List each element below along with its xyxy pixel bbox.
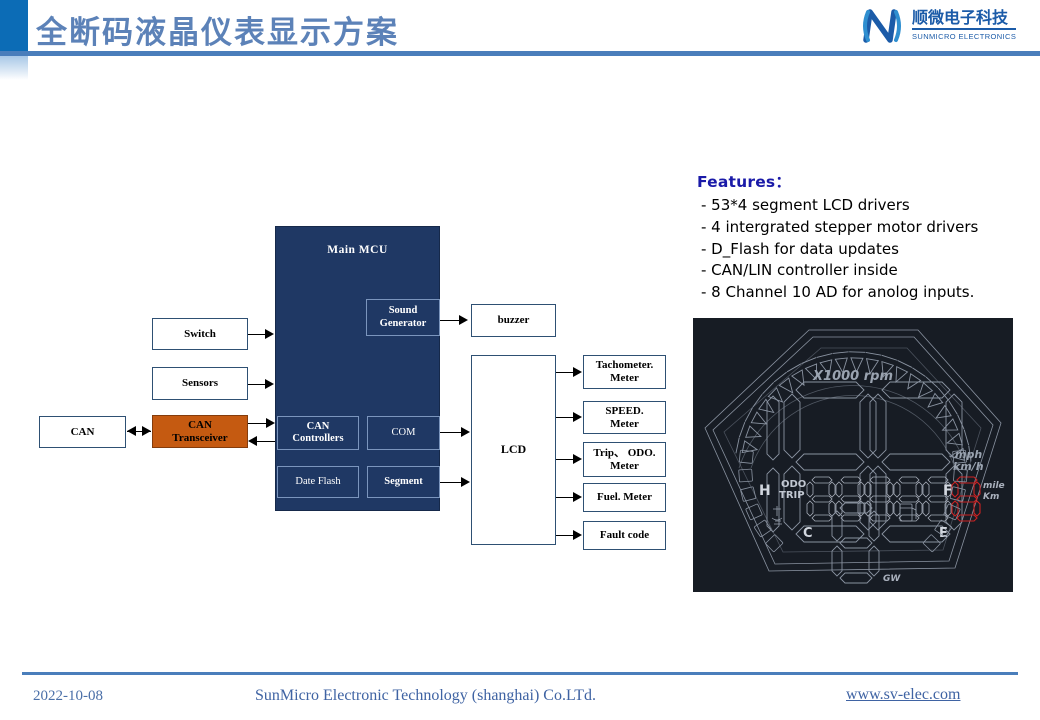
lcd-kmh-label: km/h — [953, 460, 984, 473]
segment-label: Segment — [384, 475, 423, 487]
arrowhead-speed — [573, 412, 582, 422]
sensors-label: Sensors — [181, 377, 219, 390]
connector-sensors-to-mcu — [248, 384, 266, 385]
lcd-temp-cold-label: C — [803, 526, 813, 541]
fault-code-label: Fault code — [599, 529, 650, 542]
arrowhead-can-right — [142, 426, 151, 436]
mcu-block-can-controllers: CAN Controllers — [277, 416, 359, 450]
block-diagram: Main MCU Sound Generator CAN Controllers… — [0, 0, 690, 660]
tachometer-line1: Tachometer. — [595, 359, 654, 372]
input-box-switch: Switch — [152, 318, 248, 350]
logo-english-name: SUNMICRO ELECTRONICS — [912, 31, 1017, 41]
feature-item-2: - 4 intergrated stepper motor drivers — [701, 217, 979, 236]
input-box-can-transceiver: CAN Transceiver — [152, 415, 248, 448]
mcu-block-com: COM — [367, 416, 440, 450]
output-box-lcd: LCD — [471, 355, 556, 545]
meter-box-trip-odo: Trip、 ODO. Meter — [583, 442, 666, 477]
arrowhead-buzzer — [459, 315, 468, 325]
connector-segment-to-lcd — [440, 482, 462, 483]
connector-sound-to-buzzer — [440, 320, 460, 321]
sound-generator-line1: Sound — [388, 305, 418, 317]
arrowhead-com-lcd — [461, 427, 470, 437]
can-label: CAN — [70, 425, 95, 438]
footer-website-link[interactable]: www.sv-elec.com — [846, 686, 960, 704]
arrowhead-sensors — [265, 379, 274, 389]
trip-odo-line2: Meter — [610, 459, 639, 472]
footer-company-name: SunMicro Electronic Technology (shanghai… — [255, 687, 597, 704]
company-logo: 顺微电子科技 SUNMICRO ELECTRONICS — [860, 3, 1032, 48]
features-panel: Features： - 53*4 segment LCD drivers - 4… — [697, 170, 1027, 304]
can-transceiver-line1: CAN — [188, 418, 212, 431]
lcd-temp-hot-label: H — [759, 483, 771, 499]
meter-box-fault-code: Fault code — [583, 521, 666, 550]
com-label: COM — [391, 426, 416, 438]
arrowhead-fuel — [573, 492, 582, 502]
connector-switch-to-mcu — [248, 334, 266, 335]
input-box-can: CAN — [39, 416, 126, 448]
lcd-km-label: Km — [983, 492, 999, 502]
lcd-odo-label: ODO — [781, 479, 806, 490]
footer-divider-rule — [22, 672, 1018, 675]
page-footer: 2022-10-08 SunMicro Electronic Technolog… — [0, 672, 1040, 720]
mcu-block-sound-generator: Sound Generator — [366, 299, 440, 336]
logo-chinese-name: 顺微电子科技 — [912, 9, 1017, 30]
lcd-mile-label: mile — [983, 481, 1005, 491]
features-title: Features： — [697, 173, 792, 191]
lcd-trip-label: TRIP — [779, 490, 805, 501]
lcd-layout-drawing: X1000 rpm mph km/h ODO TRIP mile Km H C … — [693, 318, 1013, 592]
arrowhead-trip-odo — [573, 454, 582, 464]
arrowhead-transceiver-in — [248, 436, 257, 446]
lcd-fuel-full-label: F — [943, 483, 953, 499]
footer-date: 2022-10-08 — [33, 688, 103, 704]
speed-line2: Meter — [610, 417, 639, 430]
lcd-segment-layout-preview: X1000 rpm mph km/h ODO TRIP mile Km H C … — [693, 318, 1013, 592]
arrowhead-can-left — [127, 426, 136, 436]
feature-item-4: - CAN/LIN controller inside — [701, 261, 898, 280]
connector-com-to-lcd — [440, 432, 462, 433]
arrowhead-switch — [265, 329, 274, 339]
mcu-block-segment: Segment — [367, 466, 440, 498]
lcd-gear-label: GW — [883, 574, 901, 584]
feature-item-5: - 8 Channel 10 AD for anolog inputs. — [701, 283, 975, 301]
can-controllers-line2: Controllers — [292, 433, 344, 444]
can-transceiver-line2: Transceiver — [172, 431, 228, 444]
switch-label: Switch — [184, 327, 216, 340]
sound-generator-line2: Generator — [379, 317, 427, 329]
feature-item-3: - D_Flash for data updates — [701, 239, 899, 258]
tachometer-line2: Meter — [610, 372, 639, 384]
speed-line1: SPEED. — [605, 404, 644, 417]
buzzer-label: buzzer — [497, 314, 530, 327]
sunmicro-logo-icon — [863, 8, 901, 43]
main-mcu-title: Main MCU — [327, 244, 388, 256]
meter-box-tachometer: Tachometer. Meter — [583, 355, 666, 389]
meter-box-fuel: Fuel. Meter — [583, 483, 666, 512]
output-box-buzzer: buzzer — [471, 304, 556, 337]
date-flash-label: Date Flash — [295, 475, 341, 487]
fuel-label: Fuel. Meter — [597, 491, 652, 504]
trip-odo-line1: Trip、 ODO. — [593, 446, 656, 459]
meter-box-speed: SPEED. Meter — [583, 401, 666, 434]
arrowhead-tachometer — [573, 367, 582, 377]
can-controllers-line1: CAN — [306, 420, 330, 432]
feature-item-1: - 53*4 segment LCD drivers — [701, 196, 910, 214]
mcu-block-date-flash: Date Flash — [277, 466, 359, 498]
arrowhead-segment-lcd — [461, 477, 470, 487]
arrowhead-fault-code — [573, 530, 582, 540]
input-box-sensors: Sensors — [152, 367, 248, 400]
arrowhead-transceiver-out — [266, 418, 275, 428]
lcd-label: LCD — [500, 442, 527, 457]
